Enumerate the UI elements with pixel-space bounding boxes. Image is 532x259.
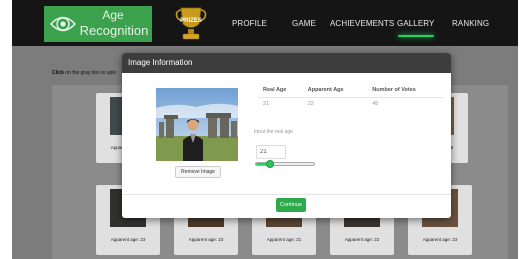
eye-icon xyxy=(50,16,76,32)
card-caption: Apparent age: 22 xyxy=(344,237,380,242)
nav-achievements[interactable]: ACHIEVEMENTS xyxy=(330,19,394,28)
image-info-table: Real Age Apparent Age Number of Votes 21… xyxy=(258,83,444,111)
real-age-input[interactable] xyxy=(256,145,286,159)
face-photo xyxy=(156,88,238,161)
header-apparent-age: Apparent Age xyxy=(302,83,368,98)
real-age-label: Input the real age xyxy=(254,129,293,135)
modal-header: Image Information xyxy=(122,53,451,73)
instruction-text: on the gray box to uplo xyxy=(63,70,117,76)
card-caption: Apparent age: 21 xyxy=(266,237,302,242)
logo-title-line1: Age xyxy=(102,8,124,22)
page: Age Recognition PRIZES PROFILE GAME ACHI… xyxy=(12,0,518,259)
header-votes: Number of Votes xyxy=(367,83,444,98)
logo[interactable]: Age Recognition xyxy=(44,6,152,42)
instruction-bold: Click xyxy=(52,70,64,76)
cell-real-age: 21 xyxy=(263,101,270,108)
nav-gallery[interactable]: GALLERY xyxy=(397,19,434,28)
slider-handle[interactable] xyxy=(265,160,274,168)
nav-ranking[interactable]: RANKING xyxy=(452,19,489,28)
prizes-label: PRIZES xyxy=(180,18,202,24)
continue-button[interactable]: Continue xyxy=(276,198,306,212)
card-caption: Apparent age: 23 xyxy=(422,237,458,242)
table-header-row: Real Age Apparent Age Number of Votes xyxy=(258,83,444,98)
top-nav: Age Recognition PRIZES PROFILE GAME ACHI… xyxy=(12,0,518,46)
image-info-modal: Image Information Remove Image Real Age … xyxy=(122,53,451,218)
nav-profile[interactable]: PROFILE xyxy=(232,19,267,28)
remove-image-button[interactable]: Remove Image xyxy=(175,166,221,178)
header-real-age: Real Age xyxy=(258,83,303,98)
cell-votes: 45 xyxy=(372,101,379,108)
upload-instruction: Click on the gray box to uplo xyxy=(52,70,116,76)
card-caption: Apparent age: 23 xyxy=(110,237,146,242)
modal-title: Image Information xyxy=(128,58,193,67)
card-caption: Apparent age: 23 xyxy=(188,237,224,242)
age-slider[interactable] xyxy=(255,162,315,166)
modal-footer-divider xyxy=(122,194,451,195)
table-row: 21 22 45 xyxy=(258,97,444,111)
cell-apparent-age: 22 xyxy=(307,101,314,108)
logo-title-line2: Recognition xyxy=(79,23,149,38)
nav-game[interactable]: GAME xyxy=(292,19,316,28)
active-nav-indicator xyxy=(398,35,434,37)
